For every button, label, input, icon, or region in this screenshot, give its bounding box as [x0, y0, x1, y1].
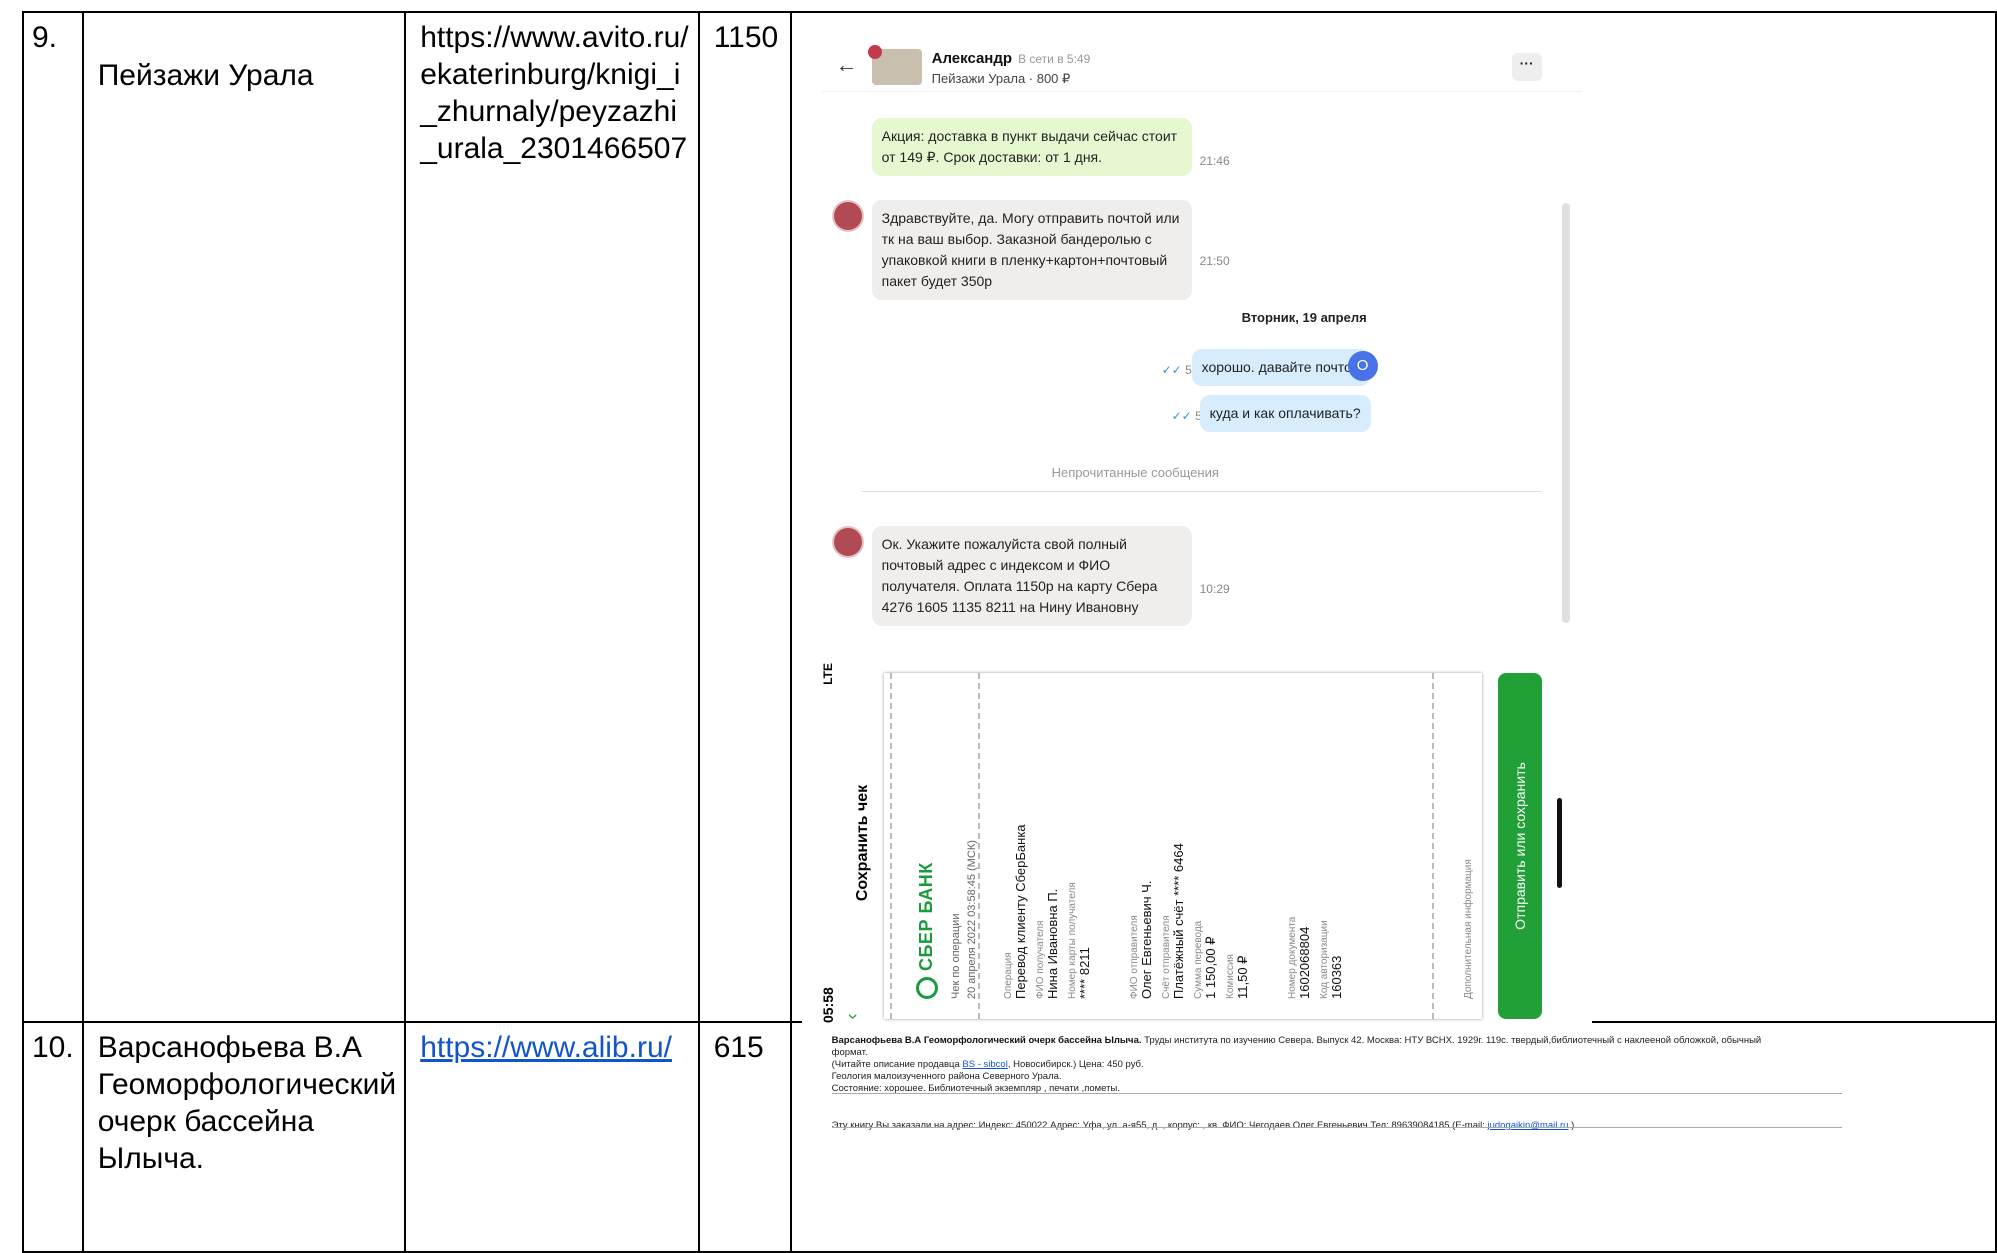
date-separator: Вторник, 19 апреля [1241, 310, 1367, 325]
row-number: 9. [22, 11, 84, 1023]
order-info: Эту книгу Вы заказали на адрес: Индекс: … [831, 1120, 1575, 1131]
listing-title: Варсанофьева В.А Геоморфологический очер… [831, 1035, 1142, 1046]
chat-message: Акция: доставка в пункт выдачи сейчас ст… [871, 118, 1192, 176]
document-table: 9. Пейзажи Урала https://www.avito.ru/ek… [22, 11, 1997, 1253]
sber-logo-icon [915, 977, 938, 999]
source-url: https://www.avito.ru/ekaterinburg/knigi_… [404, 11, 700, 1023]
table-row: 9. Пейзажи Урала https://www.avito.ru/ek… [22, 11, 1997, 1033]
read-check-icon: ✓✓ [1171, 409, 1192, 423]
message-time: 10:29 [1199, 582, 1230, 596]
send-or-save-button[interactable]: Отправить или сохранить [1497, 673, 1542, 1019]
seller-name[interactable]: Александр В сети в 5:49 [932, 49, 1091, 69]
seller-avatar [867, 45, 882, 59]
table-row: 10. Варсанофьева В.А Геоморфологический … [22, 1021, 1997, 1253]
seller-link[interactable]: BS - sibcol [962, 1059, 1007, 1070]
more-icon[interactable]: ··· [1511, 53, 1542, 81]
avito-chat-screenshot: Акция: доставка в пункт выдачи сейчас ст… [821, 23, 1582, 628]
source-url-link[interactable]: https://www.alib.ru/ [420, 1031, 672, 1064]
alib-listing: Варсанофьева В.А Геоморфологический очер… [832, 1035, 1792, 1095]
chat-message: хорошо. давайте почтой [1191, 349, 1370, 386]
seller-status: В сети в 5:49 [1018, 52, 1091, 66]
order-email-link[interactable]: judogaikin@mail.ru [1488, 1120, 1569, 1131]
seller-avatar [831, 200, 864, 232]
listing-geology: Геология малоизученного района Северного… [831, 1071, 1062, 1082]
message-time: 21:46 [1199, 154, 1230, 168]
chat-message: Здравствуйте, да. Могу отправить почтой … [871, 200, 1192, 300]
seller-avatar [831, 526, 864, 558]
divider [831, 1127, 1842, 1128]
divider [1431, 673, 1434, 1019]
chevron-down-icon[interactable]: › [834, 1014, 871, 1020]
divider [861, 491, 1542, 492]
chat-message: Ок. Укажите пожалуйста свой полный почто… [871, 526, 1192, 626]
extra-info-label[interactable]: Дополнительная информация [1450, 859, 1487, 999]
price: 615 [697, 1021, 792, 1253]
chat-message: куда и как оплачивать? [1199, 395, 1371, 432]
back-arrow-icon[interactable]: ← [836, 54, 858, 76]
row-number: 10. [22, 1021, 84, 1253]
source-url-cell: https://www.alib.ru/ [404, 1021, 700, 1253]
read-check-icon: ✓✓ [1161, 363, 1182, 377]
sber-receipt-screenshot: 05:58 LTE Сохранить чек СБЕР БАНК Чек по… [801, 653, 1592, 1033]
divider [977, 673, 980, 1019]
seller-suffix: , Новосибирск.) Цена: 450 руб. [1007, 1059, 1144, 1070]
receipt-rotated: 05:58 LTE Сохранить чек СБЕР БАНК Чек по… [801, 653, 1592, 1033]
home-indicator [1556, 798, 1562, 888]
divider [889, 673, 892, 1019]
seller-prefix: (Читайте описание продавца [831, 1059, 963, 1070]
signal-indicator: LTE [820, 663, 835, 685]
receipt-paper: СБЕР БАНК Чек по операции 20 апреля 2022… [883, 673, 1482, 1019]
receipt-datetime: 20 апреля 2022 03:58:45 (МСК) [965, 840, 978, 999]
evidence-cell: Акция: доставка в пункт выдачи сейчас ст… [789, 11, 1997, 1033]
message-time: 21:50 [1199, 254, 1230, 268]
chat-header: ← Александр В сети в 5:49 Пейзажи Урала ·… [821, 23, 1582, 92]
receipt-title: Сохранить чек [853, 784, 871, 902]
field-value: **** 8211 [1076, 947, 1092, 999]
book-title: Пейзажи Урала [81, 11, 407, 1023]
evidence-cell: Варсанофьева В.А Геоморфологический очер… [789, 1021, 1997, 1253]
book-title: Варсанофьева В.А Геоморфологический очер… [81, 1021, 407, 1253]
price: 1150 [697, 11, 792, 1023]
field-value: 11,50 ₽ [1234, 955, 1250, 999]
chat-scrollbar[interactable] [1561, 203, 1570, 623]
divider [831, 1093, 1842, 1094]
my-avatar: О [1347, 351, 1378, 381]
item-info[interactable]: Пейзажи Урала · 800 ₽ [932, 69, 1071, 89]
unread-separator: Непрочитанные сообщения [1051, 465, 1219, 480]
field-value: 160363 [1328, 955, 1344, 999]
